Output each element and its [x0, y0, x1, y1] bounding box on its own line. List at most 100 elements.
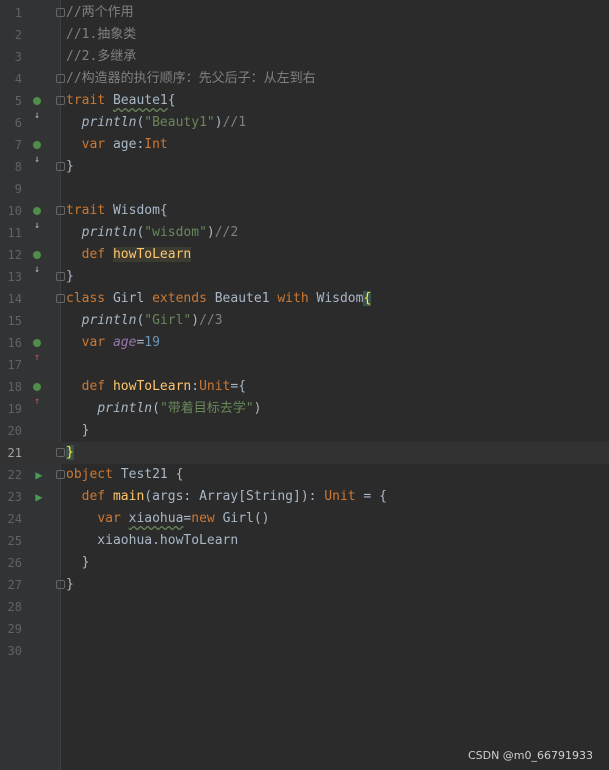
code-token: trait — [66, 203, 113, 218]
code-text: def howToLearn — [66, 244, 192, 266]
code-line[interactable]: 2 //1.抽象类 — [0, 24, 609, 46]
fold-icon[interactable] — [56, 448, 65, 457]
code-text: } — [66, 552, 90, 574]
code-line[interactable]: 8} — [0, 156, 609, 178]
code-token: "Girl" — [144, 313, 192, 328]
code-text: } — [66, 156, 74, 178]
code-token: var — [81, 137, 113, 152]
code-line[interactable]: 27} — [0, 574, 609, 596]
fold-icon[interactable] — [56, 206, 65, 215]
code-text: } — [66, 442, 74, 464]
code-text: trait Beaute1{ — [66, 90, 176, 112]
code-line[interactable]: 3 //2.多继承 — [0, 46, 609, 68]
code-line[interactable]: 9 — [0, 178, 609, 200]
code-token: } — [66, 555, 90, 570]
code-token: = { — [355, 489, 387, 504]
code-token: (args: Array[String]): — [144, 489, 325, 504]
line-number: 5 — [14, 94, 22, 108]
code-token: //2 — [214, 225, 239, 240]
code-token: //两个作用 — [66, 5, 134, 20]
code-text: //两个作用 — [66, 2, 134, 24]
code-line[interactable]: 29 — [0, 618, 609, 640]
implemented-icon[interactable]: ↓ — [30, 138, 44, 165]
code-token: howToLearn — [112, 247, 192, 262]
code-token: ={ — [230, 379, 247, 394]
run-icon[interactable]: ▶ — [32, 468, 46, 482]
code-token: xiaohua — [128, 511, 184, 526]
code-token: ) — [206, 225, 215, 240]
fold-icon[interactable] — [56, 580, 65, 589]
code-token: Unit — [324, 489, 356, 504]
fold-icon[interactable] — [56, 8, 65, 17]
code-text: println("Girl")//3 — [66, 310, 223, 332]
code-line[interactable]: 18 ↑ def howToLearn:Unit={ — [0, 376, 609, 407]
code-token: var — [97, 511, 129, 526]
code-token: println — [81, 115, 137, 130]
code-line[interactable]: 25 xiaohua.howToLearn — [0, 530, 609, 552]
line-number: 8 — [14, 160, 22, 174]
code-token: //2.多继承 — [66, 49, 137, 64]
code-token: //1 — [222, 115, 247, 130]
implemented-icon[interactable]: ↓ — [30, 248, 44, 275]
code-line[interactable]: 17 — [0, 354, 609, 376]
code-token: Int — [144, 137, 168, 152]
fold-icon[interactable] — [56, 272, 65, 281]
code-line[interactable]: 19 println("带着目标去学") — [0, 398, 609, 420]
code-token: "带着目标去学" — [159, 401, 254, 416]
code-token: ( — [152, 401, 160, 416]
code-token: //3 — [199, 313, 223, 328]
code-line[interactable]: 23 ▶ def main(args: Array[String]): Unit … — [0, 486, 609, 508]
code-line[interactable]: 5 ↓ trait Beaute1{ — [0, 90, 609, 121]
code-line[interactable]: 1 //两个作用 — [0, 2, 609, 24]
code-line[interactable]: 15 println("Girl")//3 — [0, 310, 609, 332]
code-line[interactable]: 4 //构造器的执行顺序：先父后子：从左到右 — [0, 68, 609, 90]
implemented-icon[interactable]: ↓ — [30, 94, 44, 121]
code-line[interactable]: 24 var xiaohua=new Girl() — [0, 508, 609, 530]
code-text: //构造器的执行顺序：先父后子：从左到右 — [66, 68, 316, 90]
code-token: //构造器的执行顺序：先父后子：从左到右 — [66, 71, 316, 86]
code-token: "Beauty1" — [144, 115, 215, 130]
code-token: } — [66, 577, 74, 592]
run-icon[interactable]: ▶ — [32, 490, 46, 504]
fold-icon[interactable] — [56, 162, 65, 171]
code-text: class Girl extends Beaute1 with Wisdom{ — [66, 288, 372, 310]
fold-icon[interactable] — [56, 294, 65, 303]
code-line[interactable]: 13} — [0, 266, 609, 288]
code-token: Wisdom — [316, 291, 364, 306]
fold-icon[interactable] — [56, 470, 65, 479]
code-line[interactable]: 22 ▶ object Test21 { — [0, 464, 609, 486]
code-line[interactable]: 10 ↓ trait Wisdom{ — [0, 200, 609, 231]
code-line[interactable]: 21} — [0, 442, 609, 464]
code-line[interactable]: 30 — [0, 640, 609, 662]
code-line[interactable]: 28 — [0, 596, 609, 618]
code-token: ) — [191, 313, 200, 328]
fold-icon[interactable] — [56, 96, 65, 105]
code-line[interactable]: 20 } — [0, 420, 609, 442]
implemented-icon[interactable]: ↓ — [30, 204, 44, 231]
code-text: //2.多继承 — [66, 46, 136, 68]
code-line[interactable]: 14 class Girl extends Beaute1 with Wisdom… — [0, 288, 609, 310]
code-line[interactable]: 11 println("wisdom")//2 — [0, 222, 609, 244]
code-line[interactable]: 7 ↓ var age:Int — [0, 134, 609, 165]
code-token: } — [66, 269, 74, 284]
overrides-icon[interactable]: ↑ — [30, 336, 44, 363]
code-line[interactable]: 16 ↑ var age=19 — [0, 332, 609, 363]
overrides-icon[interactable]: ↑ — [30, 380, 44, 407]
code-text: var age:Int — [66, 134, 168, 156]
code-token: extends — [152, 291, 215, 306]
line-number: 7 — [14, 138, 22, 152]
code-text: object Test21 { — [66, 464, 183, 486]
line-number: 3 — [14, 50, 22, 64]
fold-icon[interactable] — [56, 74, 65, 83]
code-line[interactable]: 6 println("Beauty1")//1 — [0, 112, 609, 134]
code-token: println — [81, 313, 137, 328]
code-token: 19 — [144, 335, 160, 350]
code-line[interactable]: 26 } — [0, 552, 609, 574]
line-number: 13 — [7, 270, 22, 284]
code-text: } — [66, 420, 90, 442]
code-line[interactable]: 12 ↓ def howToLearn — [0, 244, 609, 275]
